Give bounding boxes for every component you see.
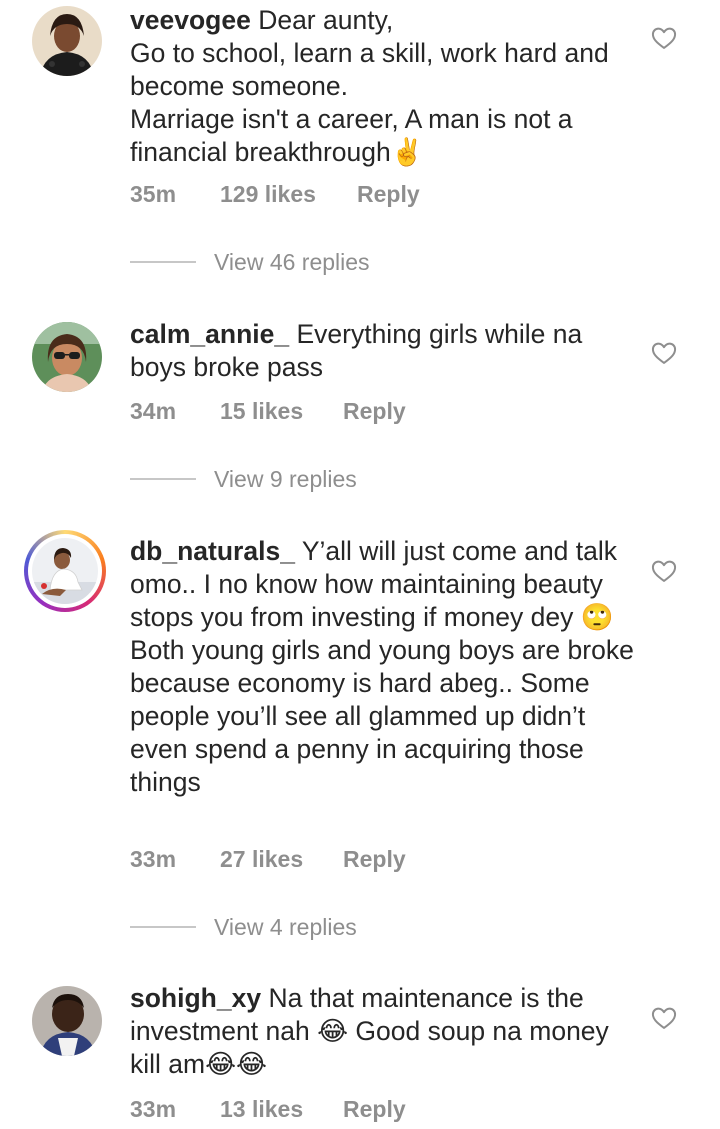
view-replies-label: View 4 replies bbox=[214, 914, 357, 940]
heart-outline-icon[interactable] bbox=[650, 339, 678, 367]
comment-text: calm_annie_ Everything girls while na bo… bbox=[130, 318, 640, 384]
avatar-image bbox=[32, 986, 102, 1056]
reply-button[interactable]: Reply bbox=[343, 1095, 406, 1123]
comment-time: 34m bbox=[130, 398, 177, 424]
avatar-story-ring[interactable] bbox=[24, 530, 106, 612]
comment-username[interactable]: sohigh_xy bbox=[130, 983, 261, 1013]
avatar[interactable] bbox=[32, 986, 102, 1056]
reply-button[interactable]: Reply bbox=[343, 397, 406, 425]
reply-button[interactable]: Reply bbox=[357, 180, 420, 208]
comment-likes[interactable]: 13 likes bbox=[220, 1095, 303, 1123]
comment-likes[interactable]: 129 likes bbox=[220, 180, 316, 208]
heart-outline-icon[interactable] bbox=[650, 1004, 678, 1032]
comment-body: Y’all will just come and talk omo.. I no… bbox=[130, 536, 634, 797]
heart-outline-icon[interactable] bbox=[650, 557, 678, 585]
comment-username[interactable]: calm_annie_ bbox=[130, 319, 289, 349]
avatar-image bbox=[32, 6, 102, 76]
reply-button[interactable]: Reply bbox=[343, 845, 406, 873]
heart-outline-icon[interactable] bbox=[650, 24, 678, 52]
comment-text: db_naturals_ Y’all will just come and ta… bbox=[130, 535, 640, 799]
replies-divider bbox=[130, 926, 196, 928]
comment-username[interactable]: veevogee bbox=[130, 5, 251, 35]
replies-divider bbox=[130, 261, 196, 263]
avatar-image bbox=[32, 322, 102, 392]
view-replies-label: View 9 replies bbox=[214, 466, 357, 492]
view-replies-label: View 46 replies bbox=[214, 249, 370, 275]
comment-likes[interactable]: 15 likes bbox=[220, 397, 303, 425]
avatar-image bbox=[32, 538, 98, 604]
comment-username[interactable]: db_naturals_ bbox=[130, 536, 295, 566]
avatar[interactable] bbox=[32, 322, 102, 392]
comment-text: sohigh_xy Na that maintenance is the inv… bbox=[130, 982, 640, 1081]
comment-time: 35m bbox=[130, 181, 177, 207]
replies-divider bbox=[130, 478, 196, 480]
avatar[interactable] bbox=[32, 6, 102, 76]
avatar bbox=[32, 538, 98, 604]
comment-text: veevogee Dear aunty, Go to school, learn… bbox=[130, 4, 640, 169]
comment-time: 33m bbox=[130, 846, 177, 872]
avatar-ring-gap bbox=[28, 534, 102, 608]
comment-likes[interactable]: 27 likes bbox=[220, 845, 303, 873]
comment-time: 33m bbox=[130, 1096, 177, 1122]
